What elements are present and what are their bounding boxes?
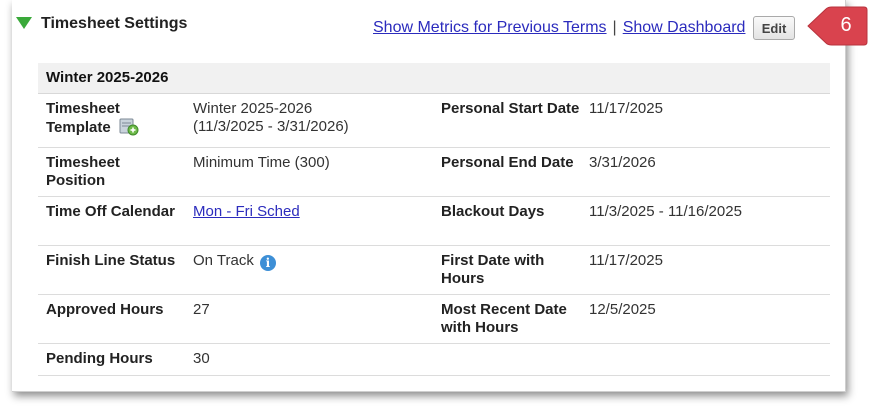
table-row: Time Off Calendar Mon - Fri Sched Blacko… [38,197,830,246]
approved-hours-label: Approved Hours [46,301,164,318]
table-row: Approved Hours 27 Most Recent Date with … [38,295,830,344]
info-icon[interactable]: i [259,255,276,271]
timesheet-template-value: Winter 2025-2026 (11/3/2025 - 3/31/2026) [193,100,349,135]
finish-line-status-label: Finish Line Status [46,252,176,269]
header-links: Show Metrics for Previous Terms | Show Das… [373,19,745,37]
callout-number: 6 [840,14,852,36]
approved-hours-value: 27 [193,301,210,318]
table-row: Timesheet Position Minimum Time (300) Pe… [38,148,830,197]
show-dashboard-link[interactable]: Show Dashboard [623,19,746,36]
blackout-days-value: 11/3/2025 - 11/16/2025 [589,203,742,220]
template-settings-icon[interactable] [119,118,139,136]
table-row: Timesheet Template Winter 2025-2026 (11/… [38,94,830,148]
time-off-calendar-value: Mon - Fri Sched [193,203,433,221]
first-date-with-hours-label: First Date with Hours [441,252,545,287]
most-recent-date-label: Most Recent Date with Hours [441,301,567,336]
timesheet-position-value: Minimum Time (300) [193,154,330,171]
first-date-with-hours-value: 11/17/2025 [589,252,663,269]
timesheet-position-label: Timesheet Position [46,154,120,189]
time-off-calendar-label: Time Off Calendar [46,203,175,220]
finish-line-status-value: On Track i [193,252,433,271]
collapse-triangle-icon[interactable] [16,17,32,29]
most-recent-date-value: 12/5/2025 [589,301,656,318]
time-off-calendar-link[interactable]: Mon - Fri Sched [193,203,300,220]
personal-end-date-value: 3/31/2026 [589,154,656,171]
personal-start-date-value: 11/17/2025 [589,100,663,117]
blackout-days-label: Blackout Days [441,203,545,220]
timesheet-template-label: Timesheet Template [46,100,181,137]
panel-title: Timesheet Settings [41,15,188,32]
link-separator: | [612,19,617,36]
term-section: Winter 2025-2026 Timesheet Template Wint… [38,63,830,376]
edit-button[interactable]: Edit [753,16,795,40]
term-title: Winter 2025-2026 [38,63,830,94]
pending-hours-label: Pending Hours [46,350,153,367]
personal-start-date-label: Personal Start Date [441,100,580,117]
table-row: Finish Line Status On Track i First Date … [38,246,830,295]
table-row: Pending Hours 30 [38,344,830,376]
show-metrics-link[interactable]: Show Metrics for Previous Terms [373,19,607,36]
personal-end-date-label: Personal End Date [441,154,574,171]
pending-hours-value: 30 [193,350,210,367]
